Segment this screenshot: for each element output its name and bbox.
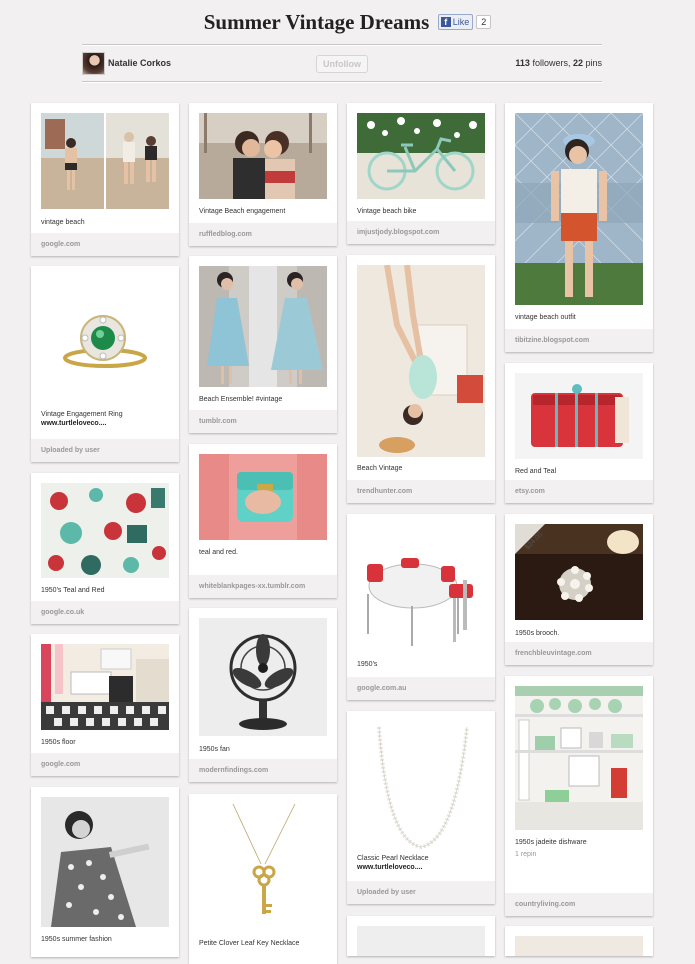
- board-owner-bar: Natalie Corkos Unfollow 113 followers, 2…: [82, 47, 602, 81]
- pin-source[interactable]: Uploaded by user: [31, 439, 179, 462]
- pin-card[interactable]: teal and red. whiteblankpages-xx.tumblr.…: [189, 444, 337, 598]
- pin-card[interactable]: 1950's Teal and Red google.co.uk: [31, 473, 179, 624]
- board-title: Summer Vintage Dreams: [203, 10, 430, 34]
- pin-card[interactable]: [347, 916, 495, 956]
- pin-source[interactable]: etsy.com: [505, 480, 653, 503]
- pin-source[interactable]: google.co.uk: [31, 601, 179, 624]
- pin-source[interactable]: whiteblankpages-xx.tumblr.com: [189, 575, 337, 598]
- pin-image-beach-outfit[interactable]: [515, 113, 643, 305]
- pin-description: 1950s fan: [199, 746, 230, 753]
- pin-image-dinette-set[interactable]: [357, 524, 485, 654]
- board-header: Summer Vintage Dreams f Like 2: [0, 10, 695, 40]
- pins-label: pins: [582, 58, 602, 68]
- pin-card[interactable]: $24.00 1950s brooch. frenchbleuvintage.c…: [505, 514, 653, 665]
- pin-source[interactable]: google.com: [31, 233, 179, 256]
- pin-source[interactable]: ruffledblog.com: [189, 223, 337, 246]
- pin-card[interactable]: Petite Clover Leaf Key Necklace: [189, 794, 337, 964]
- pin-source[interactable]: countryliving.com: [505, 893, 653, 916]
- pin-image-brooch[interactable]: $24.00: [515, 524, 643, 620]
- facebook-like-widget[interactable]: f Like 2: [437, 14, 492, 32]
- facebook-icon: f: [440, 17, 451, 28]
- pin-image-couple-beach[interactable]: [199, 113, 327, 199]
- pin-image-bw-fashion[interactable]: [41, 797, 169, 927]
- pin-description: vintage beach outfit: [515, 314, 576, 321]
- pin-card[interactable]: Vintage Beach engagement ruffledblog.com: [189, 103, 337, 246]
- header-divider-top-highlight: [82, 45, 602, 46]
- pin-image-beach-bike[interactable]: [357, 113, 485, 199]
- pin-description: teal and red.: [199, 549, 238, 556]
- like-label: Like: [452, 17, 470, 28]
- pin-source[interactable]: frenchbleuvintage.com: [505, 642, 653, 665]
- header-divider-bottom-highlight: [82, 82, 602, 83]
- pin-image-blue-dresses[interactable]: [199, 266, 327, 387]
- pin-description: Vintage beach bike: [357, 208, 417, 215]
- pin-card[interactable]: 1950s fan modernfindings.com: [189, 608, 337, 782]
- facebook-like-button[interactable]: f Like: [437, 14, 474, 31]
- pin-description: Red and Teal: [515, 468, 557, 475]
- pin-card[interactable]: Beach Ensemble! #vintage tumblr.com: [189, 256, 337, 433]
- board-stats: 113 followers, 22 pins: [515, 58, 602, 68]
- pin-source[interactable]: tibitzine.blogspot.com: [505, 329, 653, 352]
- pin-image-jadeite-shelves[interactable]: [515, 686, 643, 830]
- pin-source[interactable]: trendhunter.com: [347, 480, 495, 503]
- pin-source[interactable]: google.com.au: [347, 677, 495, 700]
- pin-card[interactable]: Red and Teal etsy.com: [505, 363, 653, 503]
- pin-image[interactable]: [357, 926, 485, 956]
- pin-description: Petite Clover Leaf Key Necklace: [199, 940, 300, 947]
- pin-image-beach-woman[interactable]: [357, 265, 485, 457]
- pin-image-desk-fan[interactable]: [199, 618, 327, 736]
- pin-source[interactable]: tumblr.com: [189, 410, 337, 433]
- pin-description: 1950s floor: [41, 739, 76, 746]
- pin-card[interactable]: Classic Pearl Necklace www.turtleloveco..…: [347, 711, 495, 904]
- pins-count[interactable]: 22: [573, 58, 583, 68]
- pin-card[interactable]: [505, 926, 653, 956]
- pin-image-beach-photo[interactable]: [41, 113, 169, 209]
- repin-count[interactable]: 1 repin: [515, 850, 643, 859]
- pin-card[interactable]: Vintage beach bike imjustjody.blogspot.c…: [347, 103, 495, 244]
- pin-description-text: Classic Pearl Necklace: [357, 855, 429, 862]
- pin-card[interactable]: 1950s summer fashion: [31, 787, 179, 957]
- avatar[interactable]: [82, 52, 105, 75]
- pin-source[interactable]: modernfindings.com: [189, 759, 337, 782]
- owner-name[interactable]: Natalie Corkos: [108, 58, 171, 68]
- pin-card[interactable]: vintage beach outfit tibitzine.blogspot.…: [505, 103, 653, 352]
- pin-description-text: Vintage Engagement Ring: [41, 411, 123, 418]
- pin-description: 1950s jadeite dishware 1 repin: [515, 838, 643, 859]
- pin-card[interactable]: 1950s floor google.com: [31, 634, 179, 776]
- pin-description: vintage beach: [41, 219, 85, 226]
- followers-label: followers,: [529, 58, 573, 68]
- pin-image-emerald-ring[interactable]: [41, 276, 169, 406]
- pin-source[interactable]: Uploaded by user: [347, 881, 495, 904]
- pin-source[interactable]: imjustjody.blogspot.com: [347, 221, 495, 244]
- pin-card[interactable]: 1950's google.com.au: [347, 514, 495, 700]
- pin-card[interactable]: Vintage Engagement Ring www.turtleloveco.…: [31, 266, 179, 462]
- pin-description: Beach Ensemble! #vintage: [199, 396, 283, 403]
- pin-description: Vintage Beach engagement: [199, 208, 286, 215]
- pin-image-teal-bag[interactable]: [199, 454, 327, 540]
- pin-link[interactable]: www.turtleloveco....: [357, 864, 422, 871]
- pin-description: 1950's: [357, 661, 378, 668]
- pin-description-text: 1950s jadeite dishware: [515, 839, 587, 846]
- pin-description: Classic Pearl Necklace www.turtleloveco..…: [357, 854, 485, 872]
- pin-image[interactable]: [515, 936, 643, 956]
- pin-card[interactable]: Beach Vintage trendhunter.com: [347, 255, 495, 503]
- pin-image-kitchen-floor[interactable]: [41, 644, 169, 730]
- pin-card[interactable]: 1950s jadeite dishware 1 repin countryliv…: [505, 676, 653, 916]
- pin-link[interactable]: www.turtleloveco....: [41, 420, 106, 427]
- followers-count[interactable]: 113: [515, 58, 530, 68]
- pin-image-key-necklace[interactable]: [199, 804, 327, 934]
- pin-source[interactable]: google.com: [31, 753, 179, 776]
- pin-image-pearl-necklace[interactable]: [357, 721, 485, 851]
- like-count: 2: [476, 15, 492, 30]
- pin-description: 1950's Teal and Red: [41, 587, 105, 594]
- unfollow-button[interactable]: Unfollow: [316, 55, 368, 73]
- pin-image-kitchen-print[interactable]: [41, 483, 169, 578]
- pin-description: 1950s summer fashion: [41, 936, 112, 943]
- pin-card[interactable]: vintage beach google.com: [31, 103, 179, 256]
- pin-description: Beach Vintage: [357, 465, 403, 472]
- pin-description: 1950s brooch.: [515, 630, 560, 637]
- pin-description: Vintage Engagement Ring www.turtleloveco.…: [41, 410, 169, 428]
- pin-image-red-journal[interactable]: [515, 373, 643, 459]
